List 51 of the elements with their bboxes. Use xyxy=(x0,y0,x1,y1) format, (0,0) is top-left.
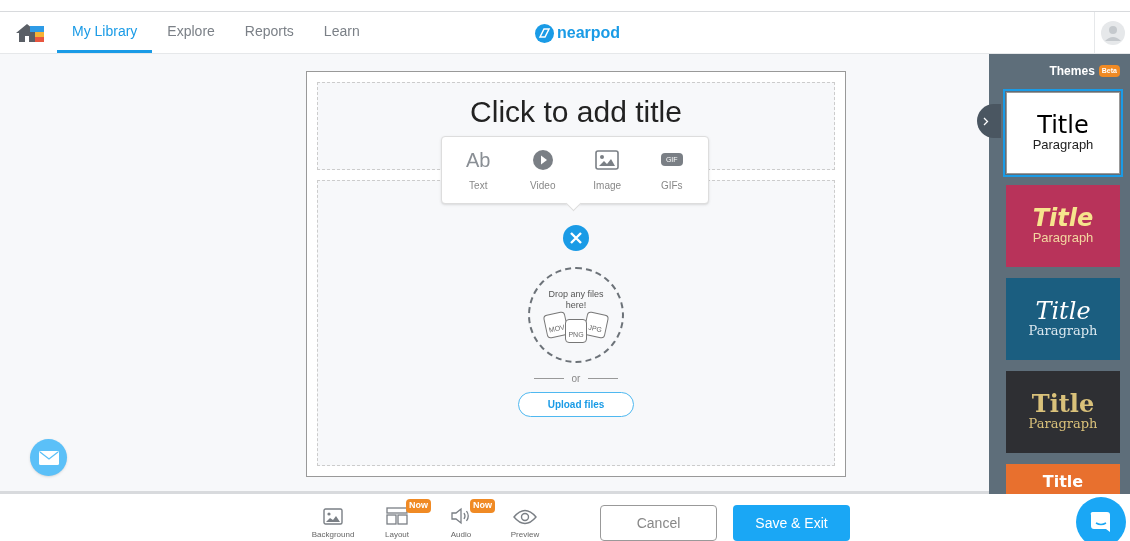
title-placeholder: Click to add title xyxy=(470,97,682,127)
logo-icon xyxy=(535,23,554,43)
logo-text: nearpod xyxy=(557,23,621,43)
avatar-icon[interactable] xyxy=(1100,20,1125,45)
theme-card[interactable]: Title Paragraph xyxy=(1006,92,1120,174)
insert-label: GIFs xyxy=(660,178,683,193)
save-exit-button[interactable]: Save & Exit xyxy=(733,505,850,541)
insert-label: Text xyxy=(469,178,488,193)
theme-title: Title xyxy=(1037,112,1089,137)
text-icon: Ab xyxy=(466,149,491,170)
chat-icon xyxy=(1090,511,1112,533)
new-badge: Now xyxy=(470,499,495,513)
collapse-button[interactable] xyxy=(977,104,1001,138)
upload-button[interactable]: Upload files xyxy=(518,392,634,417)
chat-button[interactable] xyxy=(1076,497,1126,541)
nav-tab[interactable]: Reports xyxy=(229,12,309,53)
chevron-right-icon xyxy=(983,116,989,126)
close-button[interactable] xyxy=(563,225,589,251)
theme-card[interactable]: Title Paragraph xyxy=(1006,278,1120,360)
image-icon xyxy=(595,149,620,170)
drop-text: Drop any files here! xyxy=(547,289,605,311)
theme-card[interactable]: Title Paragraph xyxy=(1006,371,1120,453)
theme-paragraph: Paragraph xyxy=(1032,229,1094,247)
theme-title: Title xyxy=(1042,474,1084,490)
toolbar-button[interactable]: Preview xyxy=(498,509,552,541)
speaker-icon xyxy=(450,507,472,525)
new-badge: Now xyxy=(406,499,431,513)
themes-title: Themes xyxy=(1049,63,1095,80)
theme-paragraph: Paragraph xyxy=(1032,136,1094,154)
insert-label: Video xyxy=(530,178,556,193)
theme-title: Title xyxy=(1032,205,1094,230)
close-icon xyxy=(570,232,582,244)
toolbar-button[interactable]: Background xyxy=(306,508,360,541)
or-text: or xyxy=(571,372,581,386)
home-icon[interactable] xyxy=(16,23,44,43)
theme-card[interactable]: Title xyxy=(1006,464,1120,494)
nav-tab[interactable]: Explore xyxy=(152,12,230,53)
theme-title: Title xyxy=(1031,391,1095,416)
theme-paragraph: Paragraph xyxy=(1028,415,1098,433)
layout-icon xyxy=(386,507,408,525)
cancel-button[interactable]: Cancel xyxy=(600,505,717,541)
eye-icon xyxy=(513,509,537,525)
theme-title: Title xyxy=(1035,298,1091,323)
insert-label: Image xyxy=(593,178,622,193)
message-button[interactable] xyxy=(30,439,67,476)
image-icon xyxy=(323,508,343,525)
envelope-icon xyxy=(38,450,59,465)
theme-card[interactable]: Title Paragraph xyxy=(1006,185,1120,267)
play-icon xyxy=(531,148,554,171)
nav-tab[interactable]: Learn xyxy=(308,12,375,53)
theme-paragraph: Paragraph xyxy=(1028,322,1098,340)
